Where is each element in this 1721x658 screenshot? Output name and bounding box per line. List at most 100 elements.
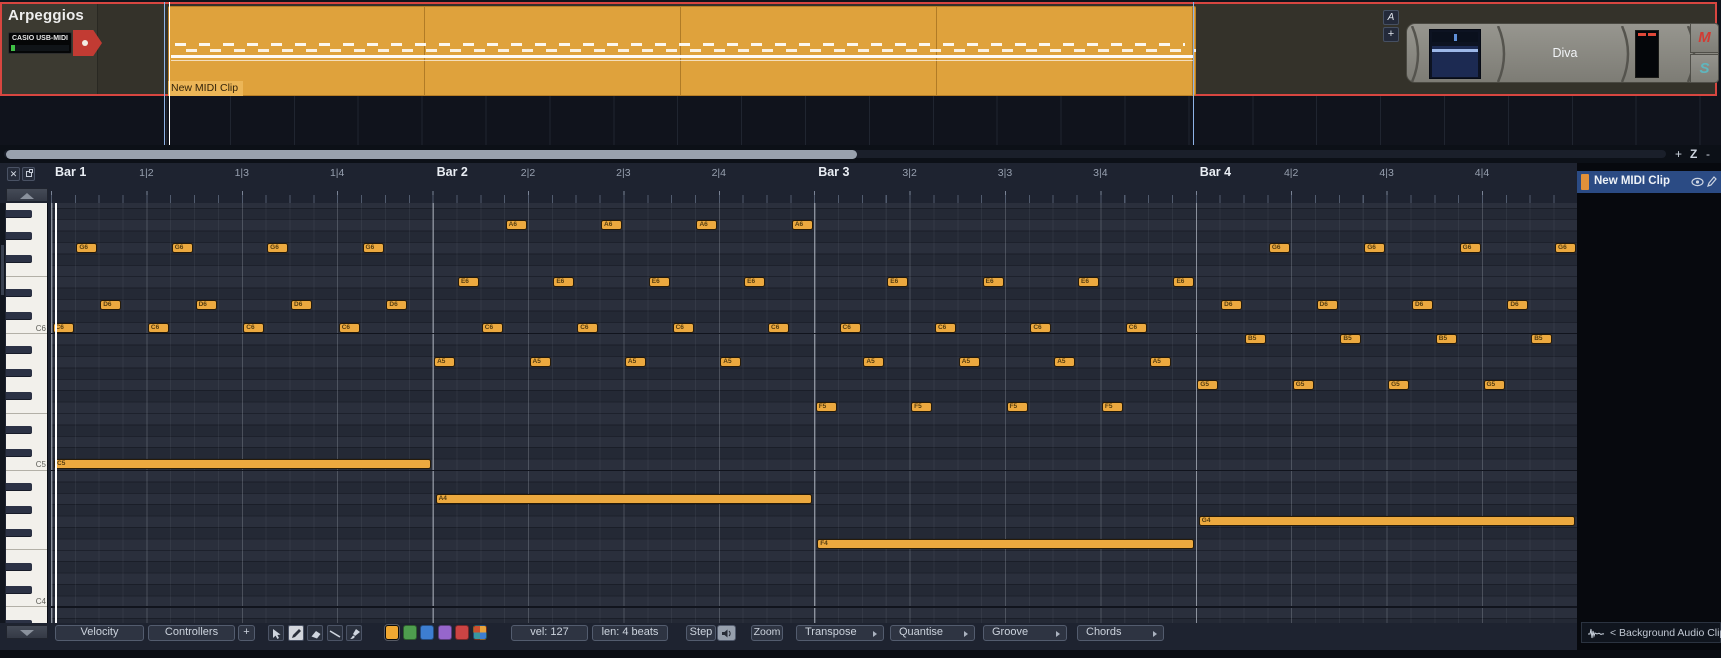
midi-note[interactable]: G6 bbox=[76, 242, 98, 253]
zoom-in-button[interactable]: + bbox=[1675, 147, 1682, 161]
multi-color-swatch[interactable] bbox=[473, 625, 487, 640]
note-color-swatch[interactable] bbox=[437, 625, 452, 640]
loop-end-marker[interactable] bbox=[1192, 2, 1195, 145]
background-audio-clip-selector[interactable]: < Background Audio Clip > bbox=[1581, 622, 1721, 643]
mute-button[interactable]: M bbox=[1690, 23, 1719, 53]
midi-note[interactable]: A5 bbox=[624, 356, 646, 367]
step-input-button[interactable]: Step bbox=[686, 625, 716, 641]
black-key[interactable] bbox=[6, 391, 32, 400]
piano-keyboard[interactable]: C6 C5 C4 bbox=[6, 203, 48, 623]
midi-note[interactable]: D6 bbox=[195, 299, 217, 310]
midi-note[interactable]: B5 bbox=[1531, 333, 1553, 344]
midi-note[interactable]: C6 bbox=[934, 322, 956, 333]
pencil-tool-button[interactable] bbox=[287, 625, 304, 641]
black-key[interactable] bbox=[6, 312, 32, 321]
midi-note[interactable]: G6 bbox=[171, 242, 193, 253]
midi-note[interactable]: A4 bbox=[435, 493, 813, 504]
black-key[interactable] bbox=[6, 209, 32, 218]
black-key[interactable] bbox=[6, 232, 32, 241]
midi-note[interactable]: B5 bbox=[1245, 333, 1266, 344]
track-row[interactable]: Arpeggios CASIO USB-MIDI New MIDI Clip A… bbox=[0, 2, 1719, 96]
midi-note[interactable]: G6 bbox=[267, 242, 289, 253]
midi-note[interactable]: C6 bbox=[768, 322, 789, 333]
transpose-menu[interactable]: Transpose bbox=[796, 625, 884, 641]
midi-note[interactable]: E6 bbox=[744, 276, 766, 287]
midi-note[interactable]: G6 bbox=[362, 242, 384, 253]
zoom-out-button[interactable]: - bbox=[1706, 147, 1710, 161]
track-header[interactable]: Arpeggios CASIO USB-MIDI bbox=[2, 4, 102, 94]
midi-note[interactable]: F5 bbox=[1101, 402, 1123, 413]
midi-note[interactable]: A5 bbox=[958, 356, 980, 367]
midi-note[interactable]: C6 bbox=[672, 322, 694, 333]
midi-note[interactable]: G4 bbox=[1198, 516, 1576, 527]
midi-note[interactable]: A6 bbox=[696, 219, 718, 230]
chords-menu[interactable]: Chords bbox=[1077, 625, 1164, 641]
line-tool-button[interactable] bbox=[326, 625, 343, 641]
black-key[interactable] bbox=[6, 562, 32, 571]
keyboard-scroll-thumb[interactable] bbox=[1, 245, 4, 295]
midi-note[interactable]: F5 bbox=[815, 402, 837, 413]
popout-icon[interactable] bbox=[22, 167, 35, 181]
midi-note[interactable]: E6 bbox=[1173, 276, 1195, 287]
edit-pencil-icon[interactable] bbox=[1706, 176, 1717, 188]
midi-note[interactable]: C6 bbox=[577, 322, 599, 333]
midi-note[interactable]: E6 bbox=[648, 276, 670, 287]
midi-note[interactable]: E6 bbox=[887, 276, 909, 287]
midi-note[interactable]: A5 bbox=[720, 356, 742, 367]
midi-note[interactable]: A5 bbox=[529, 356, 551, 367]
note-length-value[interactable]: len: 4 beats bbox=[592, 625, 668, 641]
groove-menu[interactable]: Groove bbox=[983, 625, 1067, 641]
black-key[interactable] bbox=[6, 528, 32, 537]
eraser-tool-button[interactable] bbox=[307, 625, 323, 641]
solo-button[interactable]: S bbox=[1690, 53, 1719, 83]
audition-button[interactable] bbox=[717, 625, 736, 641]
velocity-value[interactable]: vel: 127 bbox=[511, 625, 588, 641]
note-color-swatch[interactable] bbox=[402, 625, 417, 640]
midi-note[interactable]: D6 bbox=[1316, 299, 1338, 310]
brush-tool-button[interactable] bbox=[346, 625, 362, 641]
quantise-menu[interactable]: Quantise bbox=[890, 625, 975, 641]
midi-note[interactable]: F5 bbox=[1006, 402, 1028, 413]
midi-note[interactable]: D6 bbox=[100, 299, 122, 310]
midi-note[interactable]: G5 bbox=[1292, 379, 1314, 390]
instrument-plugin[interactable]: Diva bbox=[1515, 24, 1615, 84]
note-color-swatch[interactable] bbox=[455, 625, 470, 640]
midi-note[interactable]: E6 bbox=[982, 276, 1004, 287]
automation-button[interactable]: A bbox=[1383, 10, 1399, 25]
level-meter-plugin[interactable] bbox=[1635, 30, 1659, 78]
midi-note[interactable]: A5 bbox=[1054, 356, 1076, 367]
note-color-swatch[interactable] bbox=[420, 625, 435, 640]
eye-icon[interactable] bbox=[1691, 177, 1704, 187]
midi-note[interactable]: F4 bbox=[817, 539, 1194, 550]
scroll-down-icon[interactable] bbox=[6, 625, 48, 639]
keyboard-scroll-strip[interactable] bbox=[0, 203, 5, 623]
midi-note[interactable]: F5 bbox=[911, 402, 933, 413]
midi-note[interactable]: E6 bbox=[553, 276, 575, 287]
black-key[interactable] bbox=[6, 426, 32, 435]
midi-note[interactable]: D6 bbox=[291, 299, 312, 310]
black-key[interactable] bbox=[6, 289, 32, 298]
midi-clip[interactable] bbox=[168, 6, 1196, 96]
midi-note[interactable]: A6 bbox=[601, 219, 623, 230]
scroll-up-icon[interactable] bbox=[6, 188, 48, 202]
black-key[interactable] bbox=[6, 505, 32, 514]
close-icon[interactable]: ✕ bbox=[7, 167, 20, 181]
midi-note[interactable]: E6 bbox=[1078, 276, 1100, 287]
midi-note[interactable]: D6 bbox=[1221, 299, 1243, 310]
loop-start-marker[interactable] bbox=[163, 2, 166, 150]
black-key[interactable] bbox=[6, 619, 32, 623]
midi-note[interactable]: G5 bbox=[1483, 379, 1505, 390]
midi-note[interactable]: G5 bbox=[1388, 379, 1410, 390]
midi-note[interactable]: A5 bbox=[863, 356, 885, 367]
midi-note[interactable]: G6 bbox=[1268, 242, 1290, 253]
midi-note[interactable]: C6 bbox=[1030, 322, 1052, 333]
record-arrow-icon[interactable] bbox=[73, 30, 102, 56]
black-key[interactable] bbox=[6, 346, 32, 355]
clip-properties-header[interactable]: New MIDI Clip bbox=[1577, 171, 1721, 193]
zoom-button[interactable]: Zoom bbox=[751, 625, 783, 641]
midi-note[interactable]: G6 bbox=[1555, 242, 1577, 253]
midi-note[interactable]: G6 bbox=[1364, 242, 1386, 253]
add-lane-button[interactable]: + bbox=[238, 625, 255, 641]
midi-note[interactable]: A6 bbox=[791, 219, 813, 230]
midi-note[interactable]: C6 bbox=[481, 322, 503, 333]
